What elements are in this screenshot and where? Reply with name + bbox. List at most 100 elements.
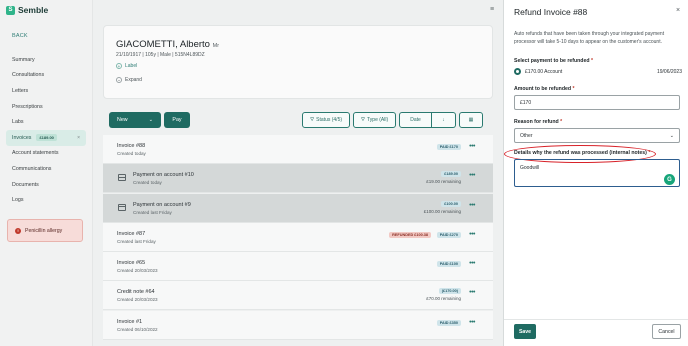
chevron-down-icon: ⌄ <box>148 117 153 123</box>
cancel-button-label: Cancel <box>658 328 675 335</box>
payment-option[interactable]: £170.00 Account 19/06/2023 <box>514 67 682 76</box>
status-badge: PAID £350 <box>436 319 461 326</box>
patient-title: Mr <box>212 43 220 49</box>
patient-name: GIACOMETTI, Alberto Mr <box>116 39 219 50</box>
pay-button-label: Pay <box>172 117 182 123</box>
more-icon[interactable]: ••• <box>469 143 475 150</box>
amount-badge: £100.00 <box>441 200 461 207</box>
amount-label-text: Amount to be refunded <box>514 86 572 92</box>
payment-select-label-text: Select payment to be refunded <box>514 58 590 64</box>
row-title: Credit note #64 <box>117 289 155 296</box>
invoice-list: Invoice #88 Created today PAID £170 ••• … <box>103 135 493 340</box>
row-subtitle: Created 20/03/2023 <box>117 297 158 303</box>
filter-icon: ⛛ <box>360 117 366 123</box>
add-label-button[interactable]: + Label <box>116 63 137 69</box>
sidebar-item-label: Labs <box>12 119 24 126</box>
remaining-amount: £70.00 remaining <box>426 296 461 302</box>
notes-label-text: Details why the refund was processed (in… <box>514 150 647 156</box>
new-button-label: New <box>117 117 128 123</box>
expand-button[interactable]: ⌄ Expand <box>116 77 142 83</box>
required-marker: * <box>590 58 594 64</box>
sidebar-item-summary[interactable]: Summary <box>6 52 86 68</box>
more-icon[interactable]: ••• <box>469 202 475 209</box>
notes-textarea[interactable]: Goodwill <box>514 159 680 187</box>
sidebar-item-letters[interactable]: Letters <box>6 83 86 99</box>
list-item[interactable]: Invoice #88 Created today PAID £170 ••• <box>103 135 493 164</box>
save-button[interactable]: Save <box>514 324 536 339</box>
sidebar-nav: Summary Consultations Letters Prescripti… <box>6 52 86 208</box>
menu-icon[interactable]: ≡ <box>488 6 496 14</box>
remaining-amount: £19.00 remaining <box>426 179 461 185</box>
allergy-text: Penicillin allergy <box>25 227 63 234</box>
sidebar-item-logs[interactable]: Logs <box>6 192 86 208</box>
date-sort[interactable]: Date <box>399 112 432 128</box>
sidebar-item-label: Account statements <box>12 150 59 157</box>
sidebar-item-prescriptions[interactable]: Prescriptions <box>6 99 86 115</box>
sidebar-item-account-statements[interactable]: Account statements <box>6 146 86 162</box>
refund-drawer: Refund Invoice #88 × Auto refunds that h… <box>503 0 688 346</box>
sidebar-item-consultations[interactable]: Consultations <box>6 68 86 84</box>
sidebar-item-label: Letters <box>12 87 29 94</box>
plus-icon: + <box>116 63 122 69</box>
logo[interactable]: S Semble <box>6 5 48 15</box>
list-item[interactable]: Credit note #64 Created 20/03/2023 (£170… <box>103 281 493 311</box>
sidebar-item-label: Communications <box>12 165 52 172</box>
radio-selected-icon[interactable] <box>514 68 521 75</box>
amount-label: Amount to be refunded * <box>514 86 575 92</box>
drawer-footer-divider <box>504 319 688 320</box>
patient-card: GIACOMETTI, Alberto Mr 21/10/1917 | 105y… <box>103 25 493 99</box>
required-marker: * <box>572 86 575 92</box>
list-item[interactable]: Payment on account #9 Created last Frida… <box>103 193 493 223</box>
status-badge: PAID £170 <box>436 144 461 150</box>
more-icon[interactable]: ••• <box>469 260 475 267</box>
sidebar-item-invoices[interactable]: Invoices £189.00 × <box>6 129 86 146</box>
status-filter[interactable]: ⛛ Status (4/5) <box>302 112 350 128</box>
grammarly-icon[interactable]: G <box>664 174 675 185</box>
amount-field[interactable]: £170 <box>514 95 680 110</box>
sidebar-item-label: Documents <box>12 181 39 188</box>
save-button-label: Save <box>518 328 532 335</box>
status-filter-label: Status (4/5) <box>316 117 343 123</box>
column-settings-button[interactable]: ▦ <box>459 112 483 128</box>
patient-meta: 21/10/1917 | 105y | Male | 515N4L89DZ <box>116 52 205 58</box>
refund-info-text: Auto refunds that have been taken throug… <box>514 31 665 45</box>
allergy-alert[interactable]: ! Penicillin allergy <box>7 219 83 242</box>
cancel-button[interactable]: Cancel <box>652 324 681 339</box>
sort-direction-button[interactable]: ↓ <box>432 112 456 128</box>
more-icon[interactable]: ••• <box>469 231 475 238</box>
list-item[interactable]: Invoice #1 Created 06/10/2022 PAID £350 … <box>103 310 493 340</box>
main-content: ≡ GIACOMETTI, Alberto Mr 21/10/1917 | 10… <box>93 0 503 346</box>
back-link[interactable]: BACK <box>12 33 28 39</box>
invoice-toolbar: New ⌄ Pay ⛛ Status (4/5) ⛛ Type (All) Da… <box>109 112 483 128</box>
sidebar: S Semble BACK Summary Consultations Lett… <box>0 0 93 346</box>
close-icon[interactable]: × <box>77 135 80 141</box>
reason-select[interactable]: Other ⌄ <box>514 128 680 143</box>
chevron-down-icon: ⌄ <box>669 132 674 139</box>
arrow-down-icon: ↓ <box>442 117 445 123</box>
logo-icon: S <box>6 5 15 15</box>
sidebar-item-labs[interactable]: Labs <box>6 114 86 130</box>
amount-badge: £189.00 <box>441 171 461 178</box>
amount-badge: (£170.00) <box>438 288 461 295</box>
notes-label: Details why the refund was processed (in… <box>514 150 650 156</box>
drawer-title: Refund Invoice #88 <box>514 7 588 17</box>
more-icon[interactable]: ••• <box>469 289 475 296</box>
remaining-amount: £100.00 remaining <box>423 208 461 214</box>
more-icon[interactable]: ••• <box>469 172 475 179</box>
more-icon[interactable]: ••• <box>469 319 475 326</box>
new-button[interactable]: New ⌄ <box>109 112 161 128</box>
table-icon: ▦ <box>468 117 474 123</box>
type-filter[interactable]: ⛛ Type (All) <box>353 112 396 128</box>
row-title: Invoice #87 <box>117 230 146 237</box>
list-item[interactable]: Invoice #87 Created last Friday REFUNDED… <box>103 222 493 252</box>
reason-select-value: Other <box>520 132 533 139</box>
sidebar-item-communications[interactable]: Communications <box>6 161 86 177</box>
reason-label-text: Reason for refund <box>514 119 559 125</box>
sidebar-item-documents[interactable]: Documents <box>6 177 86 193</box>
list-item[interactable]: Payment on account #10 Created today £18… <box>103 164 493 194</box>
list-item[interactable]: Invoice #65 Created 20/03/2023 PAID £100… <box>103 252 493 282</box>
pay-button[interactable]: Pay <box>164 112 190 128</box>
refund-badge: REFUNDED £100.38 <box>389 231 431 238</box>
row-title: Payment on account #9 <box>133 201 191 208</box>
close-icon[interactable]: × <box>676 7 680 14</box>
